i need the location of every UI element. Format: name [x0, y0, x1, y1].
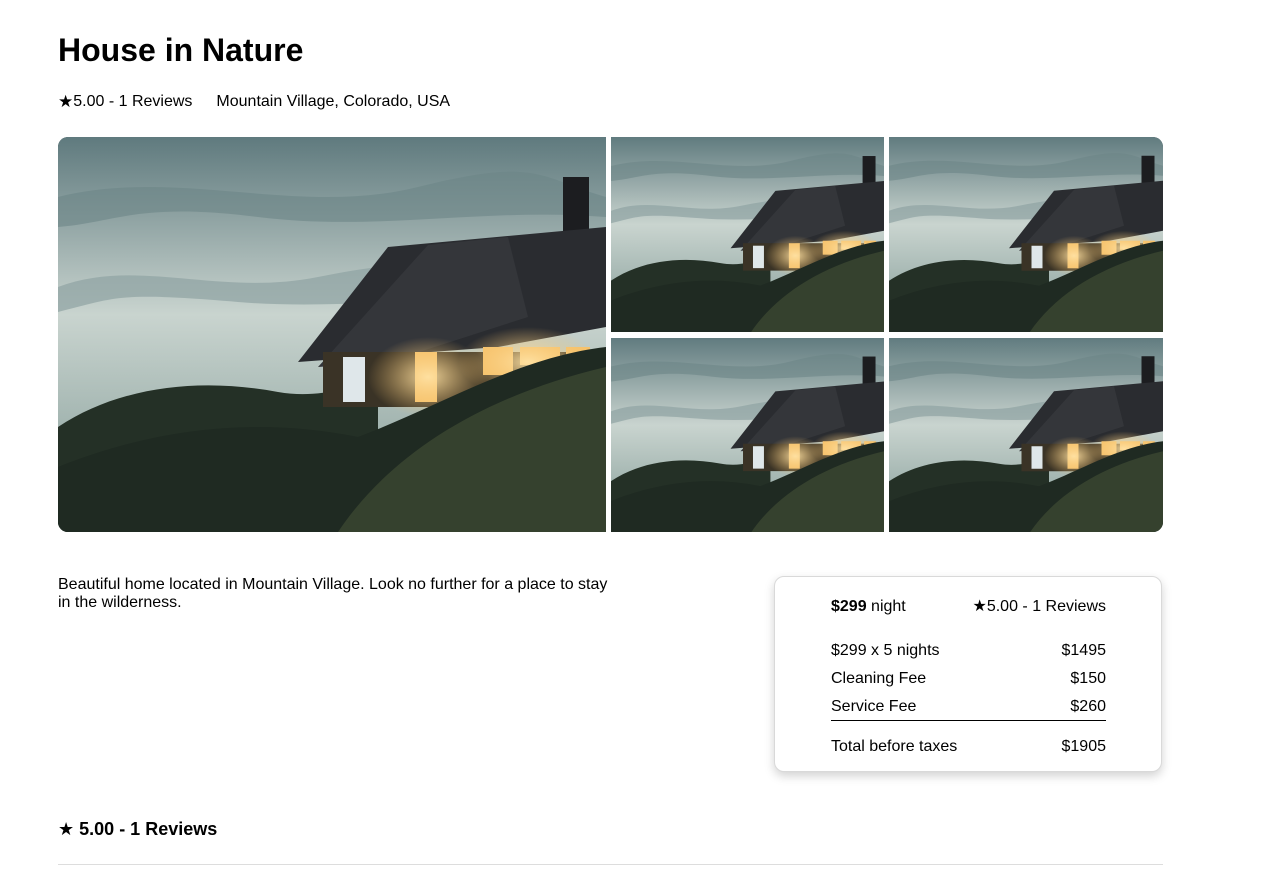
nightly-price: $299 night	[831, 597, 906, 617]
gallery-photo-2[interactable]	[889, 137, 1163, 332]
gallery-photo-3[interactable]	[611, 338, 884, 532]
fee-line-cleaning: Cleaning Fee $150	[831, 669, 1106, 689]
reviews-heading: ★ 5.00 - 1 Reviews	[58, 818, 217, 840]
listing-rating-text: 5.00 - 1 Reviews	[73, 93, 193, 110]
total-line: Total before taxes $1905	[831, 737, 1106, 757]
fee-label: Service Fee	[831, 698, 917, 715]
fee-label: Cleaning Fee	[831, 670, 927, 687]
photo-gallery	[58, 137, 1163, 532]
fee-value: $1495	[1061, 642, 1107, 659]
star-icon: ★	[58, 92, 74, 111]
listing-description: Beautiful home located in Mountain Villa…	[58, 576, 608, 611]
gallery-photo-1[interactable]	[611, 137, 884, 332]
listing-page: House in Nature ★ 5.00 - 1 Reviews Mounta…	[0, 0, 1274, 874]
total-label: Total before taxes	[831, 738, 958, 755]
fee-label: $299 x 5 nights	[831, 642, 940, 659]
total-value: $1905	[1061, 738, 1107, 755]
booking-card: $299 night ★5.00 - 1 Reviews $299 x 5 ni…	[774, 576, 1162, 772]
booking-rating-text: 5.00 - 1 Reviews	[986, 598, 1106, 615]
booking-header: $299 night ★5.00 - 1 Reviews	[831, 597, 1106, 617]
main-photo[interactable]	[58, 137, 606, 532]
fee-value: $260	[1070, 698, 1106, 715]
listing-title: House in Nature	[58, 32, 304, 68]
fee-value: $150	[1070, 670, 1106, 687]
star-icon: ★	[972, 598, 987, 615]
listing-meta: ★ 5.00 - 1 Reviews Mountain Village, Colo…	[58, 92, 450, 112]
price-unit: night	[871, 598, 906, 615]
fee-line-nights: $299 x 5 nights $1495	[831, 641, 1106, 661]
star-icon: ★	[58, 819, 75, 839]
listing-location: Mountain Village, Colorado, USA	[216, 93, 451, 110]
booking-rating: ★5.00 - 1 Reviews	[972, 597, 1106, 617]
listing-rating: ★ 5.00 - 1 Reviews	[58, 92, 192, 112]
fee-line-service: Service Fee $260	[831, 697, 1106, 717]
gallery-photo-4[interactable]	[889, 338, 1163, 532]
price-amount: $299	[831, 598, 867, 615]
reviews-heading-text: 5.00 - 1 Reviews	[79, 819, 218, 839]
section-divider	[58, 864, 1163, 865]
total-divider	[831, 720, 1106, 721]
